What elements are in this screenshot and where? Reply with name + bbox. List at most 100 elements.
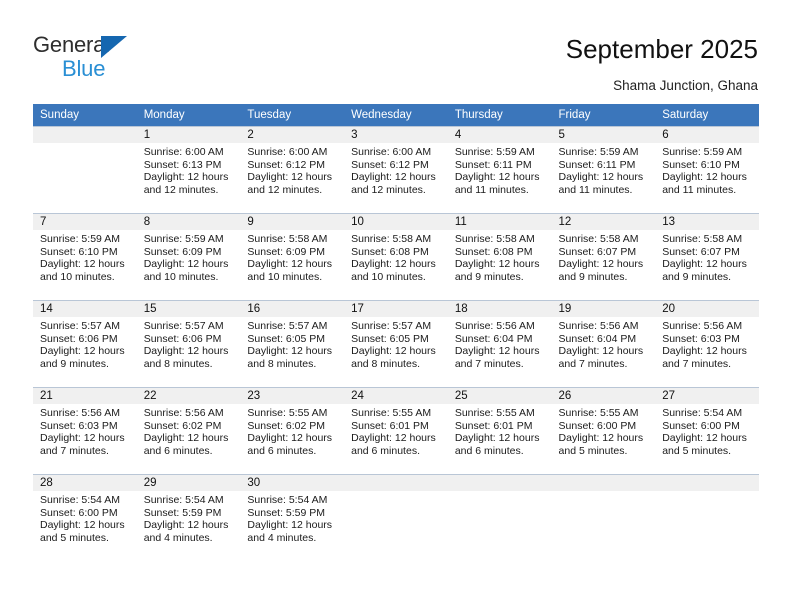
calendar-header-row: Sunday Monday Tuesday Wednesday Thursday Frid… (33, 104, 759, 126)
daylight-text-line1: Daylight: 12 hours (558, 345, 644, 358)
sunrise-text: Sunrise: 5:56 AM (558, 320, 639, 332)
calendar-day-cell[interactable]: 17 Sunrise: 5:57 AM Sunset: 6:05 PM Dayligh… (344, 300, 448, 387)
daylight-text-line2: and 8 minutes. (143, 357, 213, 370)
day-cell-inner: 9 Sunrise: 5:58 AM Sunset: 6:09 PM Daylight… (240, 213, 345, 300)
daylight-text-line1: Daylight: 12 hours (454, 258, 540, 271)
sunrise-text: Sunrise: 5:59 AM (143, 233, 224, 245)
triangle-icon (101, 36, 127, 58)
day-cell-inner: 10 Sunrise: 5:58 AM Sunset: 6:08 PM Dayligh… (344, 213, 448, 300)
day-cell-inner: 21 Sunrise: 5:56 AM Sunset: 6:03 PM Dayligh… (33, 387, 137, 474)
calendar-day-cell[interactable]: 2 Sunrise: 6:00 AM Sunset: 6:12 PM Daylight… (240, 126, 345, 213)
daylight-text-line1: Daylight: 12 hours (662, 432, 747, 445)
day-details: Sunrise: 5:57 AM Sunset: 6:05 PM Daylight:… (240, 317, 344, 370)
daylight-text-line2: and 7 minutes. (454, 357, 524, 370)
calendar-day-cell[interactable]: 4 Sunrise: 5:59 AM Sunset: 6:11 PM Daylight… (447, 126, 552, 213)
day-number: 27 (655, 388, 759, 404)
daylight-text-line1: Daylight: 12 hours (40, 345, 125, 358)
calendar-day-cell[interactable]: 7 Sunrise: 5:59 AM Sunset: 6:10 PM Daylight… (33, 213, 137, 300)
day-cell-inner: 7 Sunrise: 5:59 AM Sunset: 6:10 PM Daylight… (33, 213, 137, 300)
day-cell-inner: 15 Sunrise: 5:57 AM Sunset: 6:06 PM Dayligh… (136, 300, 241, 387)
calendar-day-cell[interactable]: 23 Sunrise: 5:55 AM Sunset: 6:02 PM Dayligh… (240, 387, 345, 474)
weekday-header-tuesday: Tuesday (240, 104, 345, 126)
sunrise-text: Sunrise: 6:00 AM (247, 146, 328, 158)
daylight-text-line2: and 10 minutes. (247, 270, 323, 283)
calendar-day-cell[interactable]: 26 Sunrise: 5:55 AM Sunset: 6:00 PM Dayligh… (551, 387, 656, 474)
calendar-day-cell[interactable]: 5 Sunrise: 5:59 AM Sunset: 6:11 PM Daylight… (551, 126, 656, 213)
calendar-day-cell[interactable]: 6 Sunrise: 5:59 AM Sunset: 6:10 PM Daylight… (655, 126, 759, 213)
daylight-text-line1: Daylight: 12 hours (558, 432, 644, 445)
calendar-week-row: 21 Sunrise: 5:56 AM Sunset: 6:03 PM Dayligh… (33, 387, 759, 474)
calendar-day-cell[interactable]: 1 Sunrise: 6:00 AM Sunset: 6:13 PM Daylight… (136, 126, 241, 213)
sunset-text: Sunset: 6:01 PM (351, 419, 429, 432)
sunrise-text: Sunrise: 5:57 AM (247, 320, 328, 332)
sunset-text: Sunset: 6:03 PM (662, 332, 740, 345)
calendar-day-cell[interactable]: 14 Sunrise: 5:57 AM Sunset: 6:06 PM Dayligh… (33, 300, 137, 387)
daylight-text-line2: and 4 minutes. (143, 531, 213, 544)
daylight-text-line2: and 10 minutes. (40, 270, 115, 283)
calendar-day-cell[interactable]: 16 Sunrise: 5:57 AM Sunset: 6:05 PM Dayligh… (240, 300, 345, 387)
weekday-header-monday: Monday (136, 104, 241, 126)
daylight-text-line2: and 9 minutes. (454, 270, 524, 283)
daylight-text-line1: Daylight: 12 hours (558, 171, 644, 184)
day-details: Sunrise: 5:55 AM Sunset: 6:01 PM Daylight:… (344, 404, 448, 457)
day-cell-inner: 19 Sunrise: 5:56 AM Sunset: 6:04 PM Dayligh… (551, 300, 656, 387)
day-details: Sunrise: 5:58 AM Sunset: 6:09 PM Daylight:… (240, 230, 344, 283)
sunset-text: Sunset: 6:06 PM (40, 332, 118, 345)
daylight-text-line2: and 9 minutes. (40, 357, 109, 370)
day-details: Sunrise: 5:59 AM Sunset: 6:10 PM Daylight:… (655, 143, 759, 196)
daylight-text-line1: Daylight: 12 hours (454, 345, 540, 358)
sunset-text: Sunset: 6:11 PM (454, 158, 532, 171)
general-blue-logo[interactable]: General Blue (33, 32, 183, 84)
calendar-day-cell[interactable]: 20 Sunrise: 5:56 AM Sunset: 6:03 PM Dayligh… (655, 300, 759, 387)
day-cell-inner: 20 Sunrise: 5:56 AM Sunset: 6:03 PM Dayligh… (655, 300, 759, 387)
page-title: September 2025 (565, 34, 758, 64)
day-number: 4 (447, 127, 552, 143)
daylight-text-line2: and 5 minutes. (40, 531, 109, 544)
sunrise-text: Sunrise: 5:56 AM (454, 320, 535, 332)
calendar-day-cell[interactable]: 12 Sunrise: 5:58 AM Sunset: 6:07 PM Dayligh… (551, 213, 656, 300)
day-cell-inner: 5 Sunrise: 5:59 AM Sunset: 6:11 PM Daylight… (551, 126, 656, 213)
sunset-text: Sunset: 6:08 PM (351, 245, 429, 258)
calendar-day-cell[interactable]: 9 Sunrise: 5:58 AM Sunset: 6:09 PM Daylight… (240, 213, 345, 300)
sunrise-text: Sunrise: 5:56 AM (143, 407, 224, 419)
calendar-day-cell[interactable]: 25 Sunrise: 5:55 AM Sunset: 6:01 PM Dayligh… (447, 387, 552, 474)
sunrise-text: Sunrise: 5:55 AM (558, 407, 639, 419)
calendar-day-cell[interactable]: 10 Sunrise: 5:58 AM Sunset: 6:08 PM Dayligh… (344, 213, 448, 300)
day-number: 21 (33, 388, 137, 404)
calendar-day-cell[interactable]: 22 Sunrise: 5:56 AM Sunset: 6:02 PM Dayligh… (136, 387, 241, 474)
day-cell-inner (344, 474, 448, 561)
day-cell-inner (655, 474, 759, 561)
calendar-day-cell[interactable]: 18 Sunrise: 5:56 AM Sunset: 6:04 PM Dayligh… (447, 300, 552, 387)
calendar-day-cell[interactable]: 28 Sunrise: 5:54 AM Sunset: 6:00 PM Dayligh… (33, 474, 137, 561)
logo-text-general: General (33, 32, 110, 57)
calendar-day-cell[interactable]: 13 Sunrise: 5:58 AM Sunset: 6:07 PM Dayligh… (655, 213, 759, 300)
daylight-text-line1: Daylight: 12 hours (662, 171, 747, 184)
calendar-day-cell[interactable]: 15 Sunrise: 5:57 AM Sunset: 6:06 PM Dayligh… (136, 300, 241, 387)
daylight-text-line1: Daylight: 12 hours (351, 345, 436, 358)
day-number: 26 (551, 388, 656, 404)
sunset-text: Sunset: 6:09 PM (247, 245, 326, 258)
day-number (655, 475, 759, 491)
day-cell-inner: 6 Sunrise: 5:59 AM Sunset: 6:10 PM Daylight… (655, 126, 759, 213)
calendar-day-cell[interactable]: 3 Sunrise: 6:00 AM Sunset: 6:12 PM Daylight… (344, 126, 448, 213)
calendar-day-cell[interactable]: 29 Sunrise: 5:54 AM Sunset: 5:59 PM Dayligh… (136, 474, 241, 561)
calendar-page: General Blue September 2025 Shama Juncti… (0, 0, 792, 612)
calendar-day-cell[interactable]: 8 Sunrise: 5:59 AM Sunset: 6:09 PM Daylight… (136, 213, 241, 300)
day-cell-inner: 12 Sunrise: 5:58 AM Sunset: 6:07 PM Dayligh… (551, 213, 656, 300)
sunrise-text: Sunrise: 5:55 AM (351, 407, 432, 419)
calendar-day-cell[interactable]: 21 Sunrise: 5:56 AM Sunset: 6:03 PM Dayligh… (33, 387, 137, 474)
day-number: 14 (33, 301, 137, 317)
sunrise-text: Sunrise: 5:57 AM (143, 320, 224, 332)
calendar-day-cell[interactable]: 24 Sunrise: 5:55 AM Sunset: 6:01 PM Dayligh… (344, 387, 448, 474)
calendar-day-cell[interactable]: 30 Sunrise: 5:54 AM Sunset: 5:59 PM Dayligh… (240, 474, 345, 561)
sunrise-text: Sunrise: 5:59 AM (662, 146, 743, 158)
sunset-text: Sunset: 6:05 PM (351, 332, 429, 345)
calendar-day-cell[interactable]: 27 Sunrise: 5:54 AM Sunset: 6:00 PM Dayligh… (655, 387, 759, 474)
calendar-day-cell[interactable]: 11 Sunrise: 5:58 AM Sunset: 6:08 PM Dayligh… (447, 213, 552, 300)
day-number: 24 (344, 388, 448, 404)
daylight-text-line2: and 12 minutes. (143, 183, 219, 196)
sunset-text: Sunset: 6:09 PM (143, 245, 222, 258)
daylight-text-line2: and 6 minutes. (143, 444, 213, 457)
calendar-day-cell[interactable]: 19 Sunrise: 5:56 AM Sunset: 6:04 PM Dayligh… (551, 300, 656, 387)
day-cell-inner: 22 Sunrise: 5:56 AM Sunset: 6:02 PM Dayligh… (136, 387, 241, 474)
